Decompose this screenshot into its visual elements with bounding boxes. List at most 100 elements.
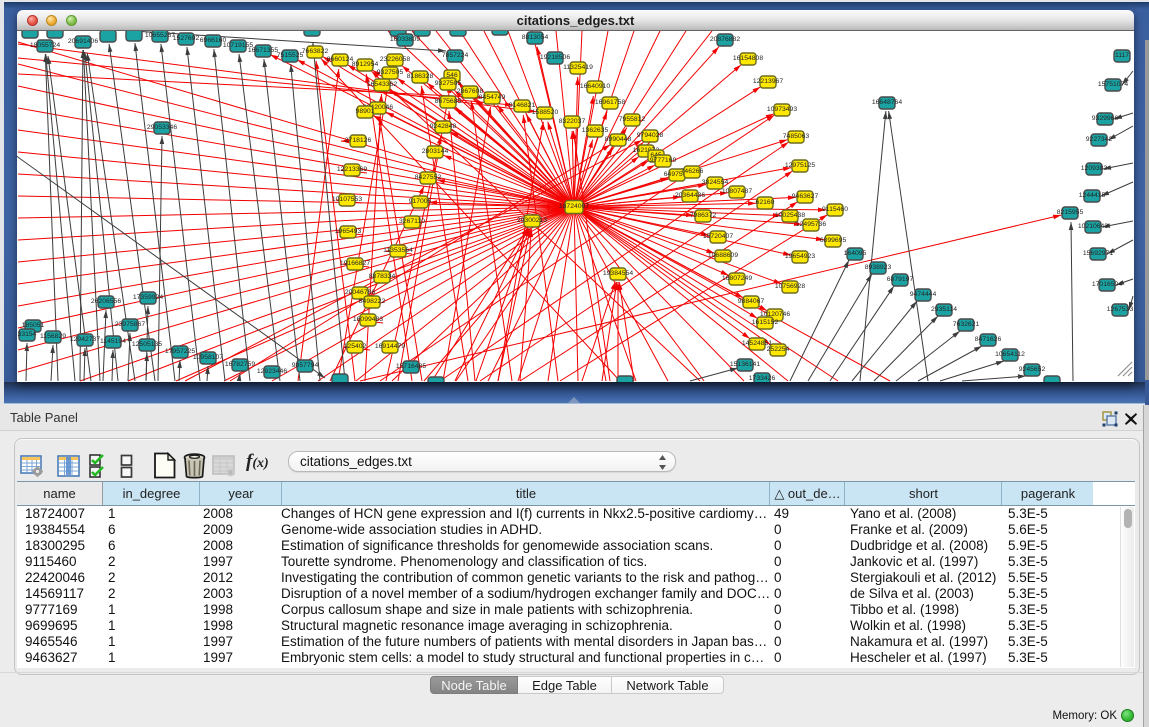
svg-text:16640910: 16640910 bbox=[580, 83, 610, 90]
svg-text:10655267: 10655267 bbox=[145, 32, 175, 39]
svg-text:8471626: 8471626 bbox=[975, 336, 1002, 343]
svg-text:12495736: 12495736 bbox=[796, 221, 826, 228]
svg-text:17359924: 17359924 bbox=[133, 294, 163, 301]
svg-text:19654923: 19654923 bbox=[785, 253, 815, 260]
svg-text:1965493: 1965493 bbox=[335, 228, 362, 235]
svg-text:23975867: 23975867 bbox=[115, 321, 145, 328]
svg-text:16033809: 16033809 bbox=[390, 36, 420, 43]
svg-text:18724007: 18724007 bbox=[559, 203, 589, 210]
svg-text:11325419: 11325419 bbox=[563, 64, 593, 71]
svg-text:9327505: 9327505 bbox=[435, 80, 462, 87]
svg-text:12213369: 12213369 bbox=[337, 166, 367, 173]
svg-text:98901: 98901 bbox=[356, 108, 375, 115]
svg-text:15720407: 15720407 bbox=[703, 233, 733, 240]
svg-text:7857224: 7857224 bbox=[442, 52, 469, 59]
svg-text:9884067: 9884067 bbox=[738, 298, 765, 305]
svg-text:125402: 125402 bbox=[344, 343, 367, 350]
svg-text:9857794: 9857794 bbox=[292, 362, 319, 369]
svg-text:252254: 252254 bbox=[767, 346, 790, 353]
svg-text:10756928: 10756928 bbox=[775, 283, 805, 290]
svg-text:1244415: 1244415 bbox=[1079, 192, 1106, 199]
svg-text:20876882: 20876882 bbox=[710, 36, 740, 43]
svg-text:10210643: 10210643 bbox=[1078, 223, 1108, 230]
svg-text:9115460: 9115460 bbox=[822, 206, 848, 213]
svg-text:746266: 746266 bbox=[681, 168, 704, 175]
svg-text:7955812: 7955812 bbox=[619, 116, 646, 123]
svg-text:7515525: 7515525 bbox=[277, 52, 304, 59]
svg-text:16671355: 16671355 bbox=[248, 47, 278, 54]
svg-text:8660124: 8660124 bbox=[327, 56, 354, 63]
svg-text:9245652: 9245652 bbox=[1019, 366, 1046, 373]
svg-text:8878334: 8878334 bbox=[369, 273, 396, 280]
svg-text:10025438: 10025438 bbox=[775, 212, 805, 219]
svg-text:20691406: 20691406 bbox=[68, 38, 98, 45]
svg-text:7485063: 7485063 bbox=[783, 133, 810, 140]
svg-text:10807487: 10807487 bbox=[722, 188, 752, 195]
svg-text:19166827: 19166827 bbox=[340, 260, 370, 267]
svg-text:8427552: 8427552 bbox=[415, 174, 442, 181]
svg-text:9474444: 9474444 bbox=[910, 291, 937, 298]
svg-text:15692971: 15692971 bbox=[1083, 250, 1113, 257]
svg-text:10958107: 10958107 bbox=[193, 354, 223, 361]
svg-text:29053346: 29053346 bbox=[147, 124, 177, 131]
svg-text:1615152: 1615152 bbox=[752, 319, 779, 326]
svg-text:16543362: 16543362 bbox=[367, 81, 397, 88]
svg-text:9146821: 9146821 bbox=[509, 102, 536, 109]
svg-text:15751074: 15751074 bbox=[1098, 81, 1128, 88]
svg-text:9327505: 9327505 bbox=[377, 69, 404, 76]
svg-text:16099483: 16099483 bbox=[353, 316, 383, 323]
svg-text:9777169: 9777169 bbox=[650, 157, 677, 164]
svg-text:2935114: 2935114 bbox=[931, 306, 957, 313]
svg-text:3824554: 3824554 bbox=[702, 179, 729, 186]
svg-text:8454749: 8454749 bbox=[479, 94, 506, 101]
svg-text:1209383: 1209383 bbox=[1081, 165, 1108, 172]
svg-text:8813054: 8813054 bbox=[522, 34, 549, 41]
svg-text:3267110: 3267110 bbox=[399, 218, 425, 225]
svg-text:19384554: 19384554 bbox=[603, 270, 633, 277]
svg-text:8912954: 8912954 bbox=[352, 61, 379, 68]
svg-text:12942737: 12942737 bbox=[70, 336, 100, 343]
svg-text:8990448: 8990448 bbox=[605, 136, 632, 143]
svg-text:26206556: 26206556 bbox=[91, 298, 121, 305]
svg-text:16648764: 16648764 bbox=[872, 99, 902, 106]
svg-text:1527602: 1527602 bbox=[173, 35, 200, 42]
svg-text:185051: 185051 bbox=[22, 322, 45, 329]
svg-text:16807249: 16807249 bbox=[722, 275, 752, 282]
svg-text:8498222: 8498222 bbox=[359, 298, 386, 305]
svg-text:2718126: 2718126 bbox=[345, 137, 372, 144]
svg-text:9227342: 9227342 bbox=[1086, 136, 1113, 143]
svg-text:1267533: 1267533 bbox=[1107, 306, 1134, 313]
svg-text:16782759: 16782759 bbox=[225, 361, 255, 368]
svg-text:1362635: 1362635 bbox=[582, 127, 609, 134]
svg-text:10973493: 10973493 bbox=[767, 106, 797, 113]
svg-text:17957225: 17957225 bbox=[165, 348, 195, 355]
svg-text:6899695: 6899695 bbox=[820, 237, 847, 244]
svg-text:1117: 1117 bbox=[1115, 52, 1129, 59]
svg-text:1733426: 1733426 bbox=[749, 375, 776, 382]
svg-text:9329966: 9329966 bbox=[1092, 115, 1119, 122]
svg-text:12213967: 12213967 bbox=[753, 78, 783, 85]
svg-text:7632621: 7632621 bbox=[953, 321, 980, 328]
svg-text:8938923: 8938923 bbox=[865, 264, 892, 271]
svg-text:33154: 33154 bbox=[18, 331, 37, 338]
svg-text:18055724: 18055724 bbox=[30, 42, 60, 49]
svg-text:10654112: 10654112 bbox=[995, 351, 1025, 358]
svg-text:10107553: 10107553 bbox=[332, 196, 362, 203]
svg-text:16154808: 16154808 bbox=[733, 55, 763, 62]
svg-text:1145194: 1145194 bbox=[100, 338, 126, 345]
svg-text:2803144: 2803144 bbox=[422, 148, 449, 155]
svg-text:12505135: 12505135 bbox=[132, 341, 162, 348]
svg-text:7986372: 7986372 bbox=[690, 212, 717, 219]
svg-text:29300213: 29300213 bbox=[517, 217, 547, 224]
svg-text:9242848: 9242848 bbox=[430, 123, 457, 130]
svg-text:20046786: 20046786 bbox=[345, 289, 375, 296]
svg-text:19218506: 19218506 bbox=[540, 54, 570, 61]
svg-text:16961758: 16961758 bbox=[595, 99, 625, 106]
svg-text:1156829: 1156829 bbox=[40, 333, 66, 340]
svg-text:15136141: 15136141 bbox=[730, 361, 760, 368]
svg-text:23226058: 23226058 bbox=[380, 56, 410, 63]
svg-text:9463627: 9463627 bbox=[792, 193, 819, 200]
svg-text:7663822: 7663822 bbox=[302, 48, 329, 55]
svg-text:8675685: 8675685 bbox=[435, 98, 462, 105]
svg-text:917006: 917006 bbox=[409, 198, 432, 205]
